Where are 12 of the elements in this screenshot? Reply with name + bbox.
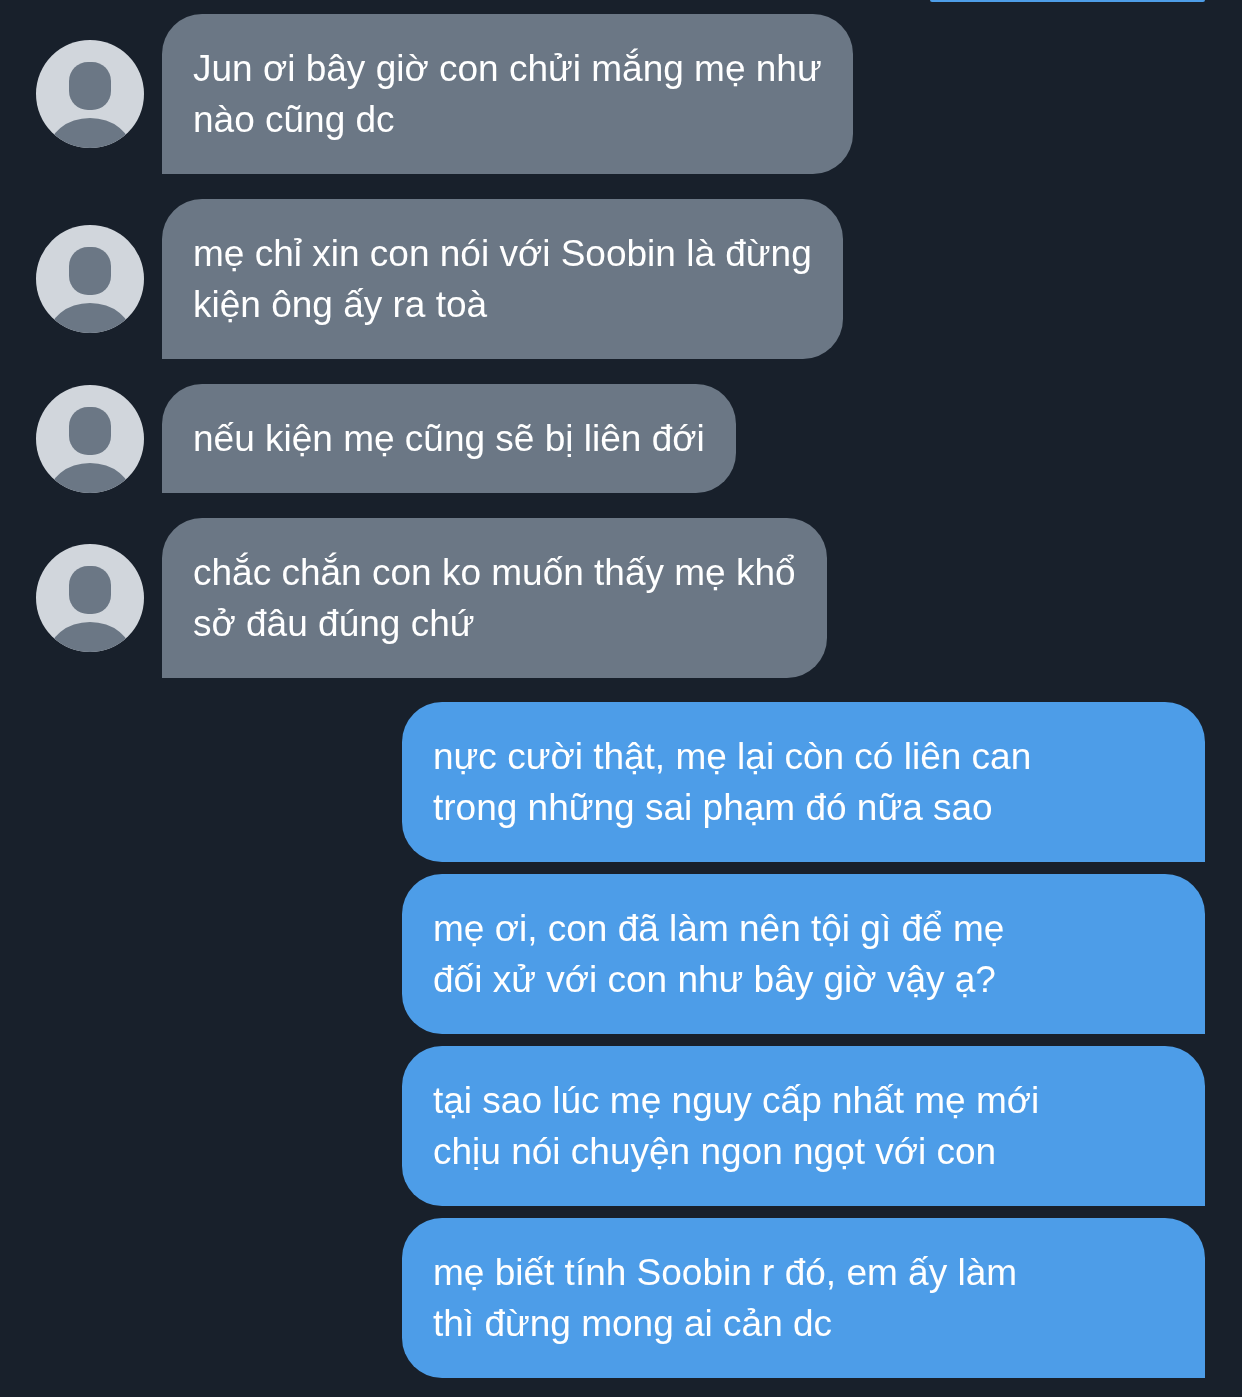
message-bubble: mẹ biết tính Soobin r đó, em ấy làm thì đừng mong ai cản dc bbox=[402, 1218, 1205, 1378]
avatar-icon bbox=[36, 40, 144, 148]
message-bubble: Jun ơi bây giờ con chửi mắng mẹ như nào cũng dc bbox=[162, 14, 853, 174]
message-bubble: chắc chắn con ko muốn thấy mẹ khổ sở đâu đúng chứ bbox=[162, 518, 827, 678]
message-bubble: tại sao lúc mẹ nguy cấp nhất mẹ mới chịu nói chuyện ngon ngọt với con bbox=[402, 1046, 1205, 1206]
avatar-icon bbox=[36, 544, 144, 652]
message-bubble: nếu kiện mẹ cũng sẽ bị liên đới bbox=[162, 384, 736, 493]
message-bubble: nực cười thật, mẹ lại còn có liên can trong những sai phạm đó nữa sao bbox=[402, 702, 1205, 862]
avatar-icon bbox=[36, 225, 144, 333]
message-bubble: mẹ chỉ xin con nói với Soobin là đừng kiện ông ấy ra toà bbox=[162, 199, 843, 359]
message-bubble: mẹ ơi, con đã làm nên tội gì để mẹ đối xử với con như bây giờ vậy ạ? bbox=[402, 874, 1205, 1034]
avatar-icon bbox=[36, 384, 144, 493]
